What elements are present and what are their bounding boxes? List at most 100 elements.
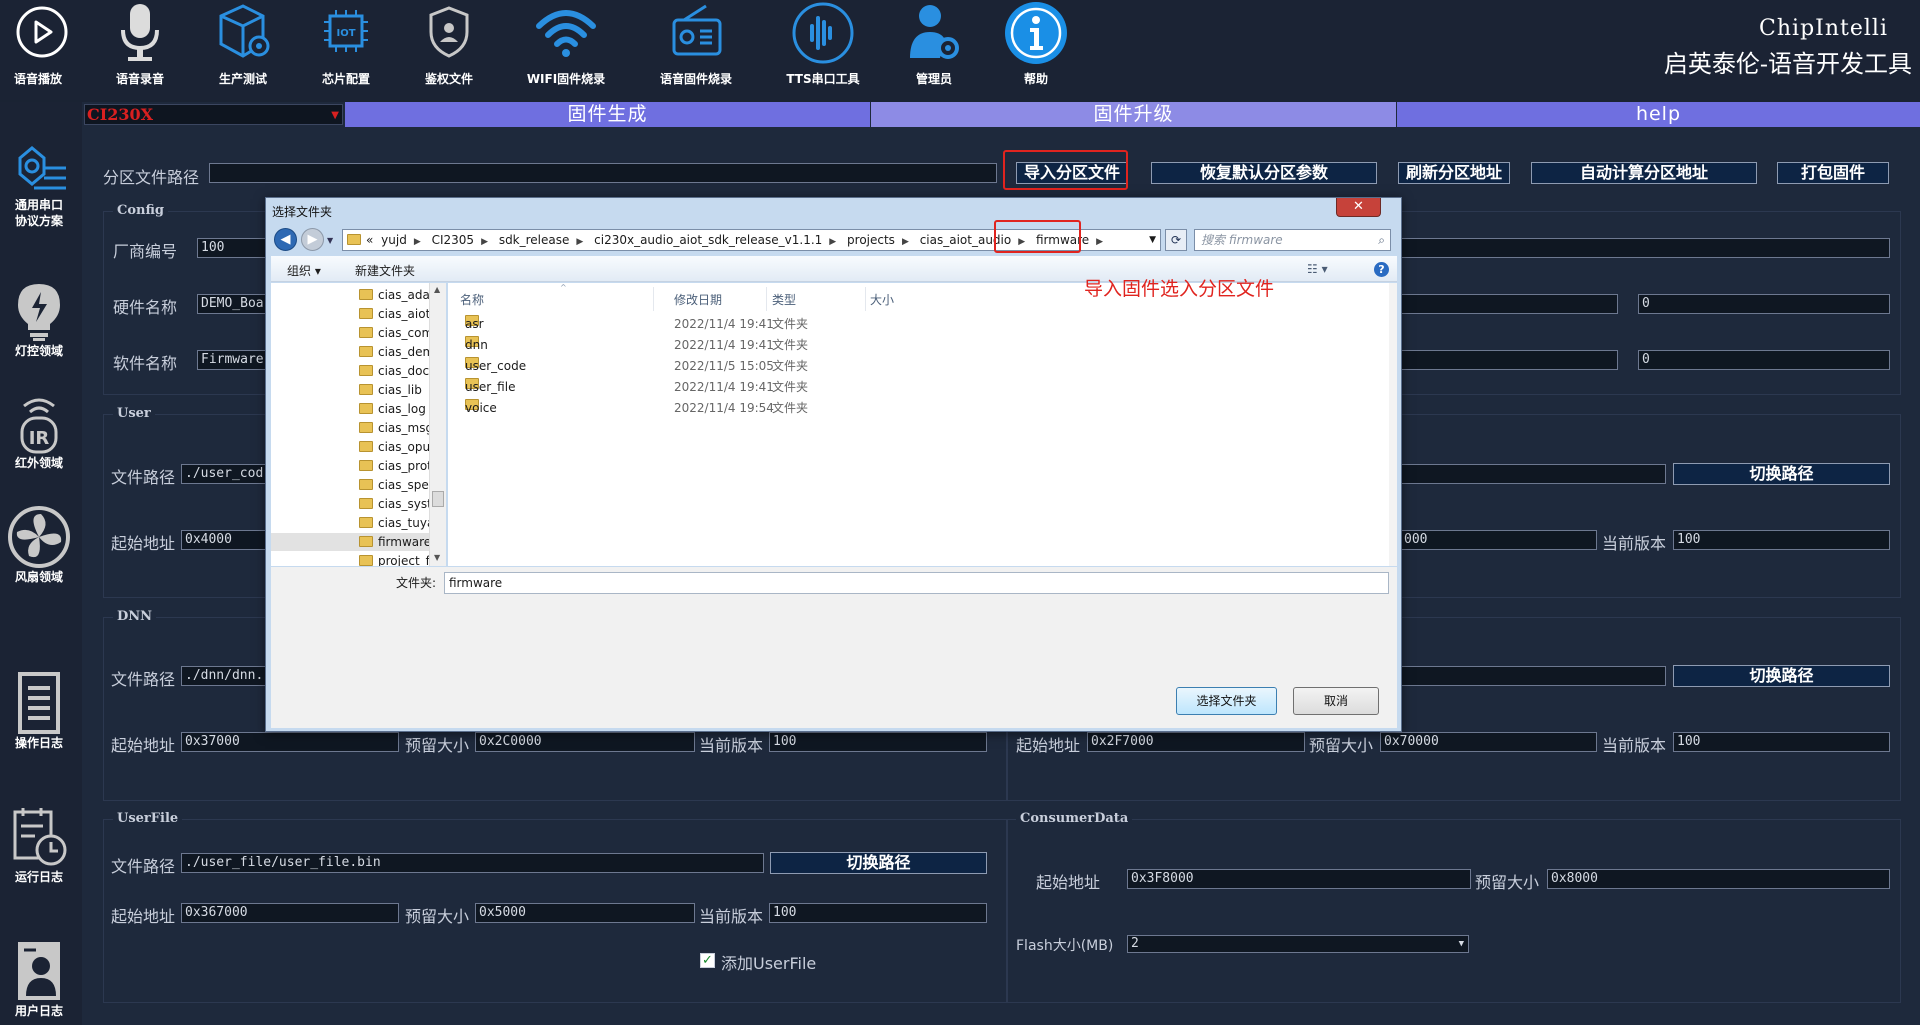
user-right-path-input[interactable] <box>1400 464 1666 484</box>
userfile-switch-path-button[interactable]: 切换路径 <box>770 852 987 874</box>
voice-play-button[interactable]: 语音播放 <box>0 0 88 98</box>
file-row[interactable]: voice 2022/11/4 19:54 文件夹 <box>460 399 1360 417</box>
sidebar-item-run-log[interactable]: 运行日志 <box>0 806 78 884</box>
help-icon[interactable]: ? <box>1374 262 1389 277</box>
address-segment[interactable]: sdk_release <box>499 230 570 250</box>
file-list-scrollbar[interactable] <box>1389 283 1397 566</box>
sw-name-input[interactable]: Firmware <box>197 350 267 370</box>
sidebar-item-user-log[interactable]: 用户日志 <box>0 940 78 1018</box>
voice-firmware-button[interactable]: 语音固件烧录 <box>646 0 746 98</box>
cancel-button[interactable]: 取消 <box>1293 687 1379 715</box>
production-test-button[interactable]: 生产测试 <box>193 0 293 98</box>
tree-item[interactable]: cias_doc <box>359 362 429 380</box>
chevron-right-icon[interactable]: ▶ <box>829 232 836 250</box>
sidebar-item-fan[interactable]: 风扇领域 <box>0 506 78 584</box>
dnn-right-version-input[interactable]: 100 <box>1673 732 1890 752</box>
forward-arrow-icon[interactable]: ▶ <box>301 228 324 251</box>
folder-name-input[interactable]: firmware <box>444 572 1389 594</box>
chevron-right-icon[interactable]: ▶ <box>481 232 488 250</box>
tab-help[interactable]: help <box>1397 102 1920 127</box>
chip-select[interactable]: CI230X ▼ <box>84 104 343 125</box>
user-switch-path-button[interactable]: 切换路径 <box>1673 463 1890 485</box>
organize-button[interactable]: 组织 ▾ <box>287 262 321 279</box>
dnn-version-input[interactable]: 100 <box>769 732 987 752</box>
tree-item[interactable]: cias_log <box>359 400 426 418</box>
column-header-size[interactable]: 大小 <box>870 291 894 308</box>
address-segment[interactable]: yujd <box>381 230 407 250</box>
file-row[interactable]: user_file 2022/11/4 19:41 文件夹 <box>460 378 1360 396</box>
user-version-input[interactable]: 100 <box>1673 530 1890 550</box>
chevron-right-icon[interactable]: ▶ <box>902 232 909 250</box>
flash-size-select[interactable]: 2 ▼ <box>1127 935 1469 953</box>
dnn-start-input[interactable]: 0x37000 <box>181 732 399 752</box>
user-right-start-input[interactable]: 000 <box>1400 530 1597 550</box>
column-header-date[interactable]: 修改日期 <box>674 291 722 308</box>
history-dropdown-icon[interactable]: ▼ <box>327 236 333 245</box>
tab-firmware-generate[interactable]: 固件生成 <box>345 102 870 127</box>
vendor-input[interactable]: 100 <box>197 238 267 258</box>
help-button[interactable]: 帮助 <box>986 0 1086 98</box>
consumer-start-input[interactable]: 0x3F8000 <box>1127 869 1471 889</box>
wifi-firmware-button[interactable]: WIFI固件烧录 <box>516 0 616 98</box>
chevron-right-icon[interactable]: ▶ <box>576 232 583 250</box>
partition-path-input[interactable] <box>209 163 997 183</box>
new-folder-button[interactable]: 新建文件夹 <box>355 262 415 279</box>
sidebar-item-serial-protocol[interactable]: 通用串口 协议方案 <box>0 140 78 228</box>
dnn-right-path-input[interactable] <box>1400 666 1666 686</box>
search-input[interactable]: 搜索 firmware ⌕ <box>1194 229 1391 251</box>
hw-right-input[interactable] <box>1400 294 1618 314</box>
vendor-right-input[interactable] <box>1400 238 1890 258</box>
sidebar-item-operation-log[interactable]: 操作日志 <box>0 672 78 750</box>
tree-scrollbar[interactable]: ▲ ▼ <box>429 283 446 566</box>
userfile-version-input[interactable]: 100 <box>769 903 987 923</box>
chevron-up-icon[interactable]: ▲ <box>434 285 440 294</box>
view-options-icon[interactable]: ☷ ▾ <box>1307 262 1328 276</box>
tree-item[interactable]: cias_lib <box>359 381 422 399</box>
sidebar-item-infrared[interactable]: IR 红外领域 <box>0 392 78 470</box>
column-header-type[interactable]: 类型 <box>772 291 796 308</box>
dnn-switch-path-button[interactable]: 切换路径 <box>1673 665 1890 687</box>
dnn-size-input[interactable]: 0x2C0000 <box>475 732 695 752</box>
dnn-right-start-input[interactable]: 0x2F7000 <box>1087 732 1305 752</box>
auto-calc-button[interactable]: 自动计算分区地址 <box>1531 162 1757 184</box>
chevron-right-icon[interactable]: ▶ <box>414 232 421 250</box>
user-path-input[interactable]: ./user_cod <box>181 464 267 484</box>
file-row[interactable]: dnn 2022/11/4 19:41 文件夹 <box>460 336 1360 354</box>
sw-right-value-input[interactable]: 0 <box>1638 350 1890 370</box>
scroll-thumb[interactable] <box>432 491 444 507</box>
sidebar-item-light-control[interactable]: 灯控领域 <box>0 280 78 358</box>
add-userfile-checkbox[interactable]: ✓ <box>700 953 715 968</box>
address-segment[interactable]: CI2305 <box>432 230 474 250</box>
chevron-down-icon[interactable]: ▼ <box>1149 230 1156 250</box>
chip-config-button[interactable]: IOT 芯片配置 <box>296 0 396 98</box>
file-row[interactable]: asr 2022/11/4 19:41 文件夹 <box>460 315 1360 333</box>
tree-item[interactable]: cias_opus <box>359 438 436 456</box>
tts-serial-button[interactable]: TTS串口工具 <box>773 0 873 98</box>
chevron-right-icon[interactable]: ▶ <box>1096 232 1103 250</box>
select-folder-button[interactable]: 选择文件夹 <box>1176 687 1277 715</box>
dnn-path-input[interactable]: ./dnn/dnn. <box>181 666 267 686</box>
admin-button[interactable]: 管理员 <box>884 0 984 98</box>
userfile-start-input[interactable]: 0x367000 <box>181 903 399 923</box>
tab-firmware-upgrade[interactable]: 固件升级 <box>871 102 1396 127</box>
refresh-icon[interactable]: ⟳ <box>1165 229 1187 251</box>
chevron-down-icon[interactable]: ▼ <box>434 553 440 562</box>
hw-right-value-input[interactable]: 0 <box>1638 294 1890 314</box>
voice-record-button[interactable]: 语音录音 <box>90 0 190 98</box>
tree-item-selected[interactable]: firmware <box>359 533 431 551</box>
pack-firmware-button[interactable]: 打包固件 <box>1777 162 1889 184</box>
dialog-close-button[interactable]: ✕ <box>1336 198 1381 217</box>
dnn-right-size-input[interactable]: 0x70000 <box>1380 732 1597 752</box>
column-header-name[interactable]: 名称 <box>460 291 484 308</box>
address-segment[interactable]: projects <box>847 230 895 250</box>
file-row[interactable]: user_code 2022/11/5 15:05 文件夹 <box>460 357 1360 375</box>
userfile-path-input[interactable]: ./user_file/user_file.bin <box>181 853 764 873</box>
user-start-input[interactable]: 0x4000 <box>181 530 267 550</box>
sw-right-input[interactable] <box>1400 350 1618 370</box>
back-arrow-icon[interactable]: ◀ <box>274 228 297 251</box>
restore-default-button[interactable]: 恢复默认分区参数 <box>1151 162 1377 184</box>
userfile-size-input[interactable]: 0x5000 <box>475 903 695 923</box>
hw-name-input[interactable]: DEMO_Boa <box>197 294 267 314</box>
consumer-size-input[interactable]: 0x8000 <box>1547 869 1890 889</box>
address-segment[interactable]: ci230x_audio_aiot_sdk_release_v1.1.1 <box>594 230 822 250</box>
